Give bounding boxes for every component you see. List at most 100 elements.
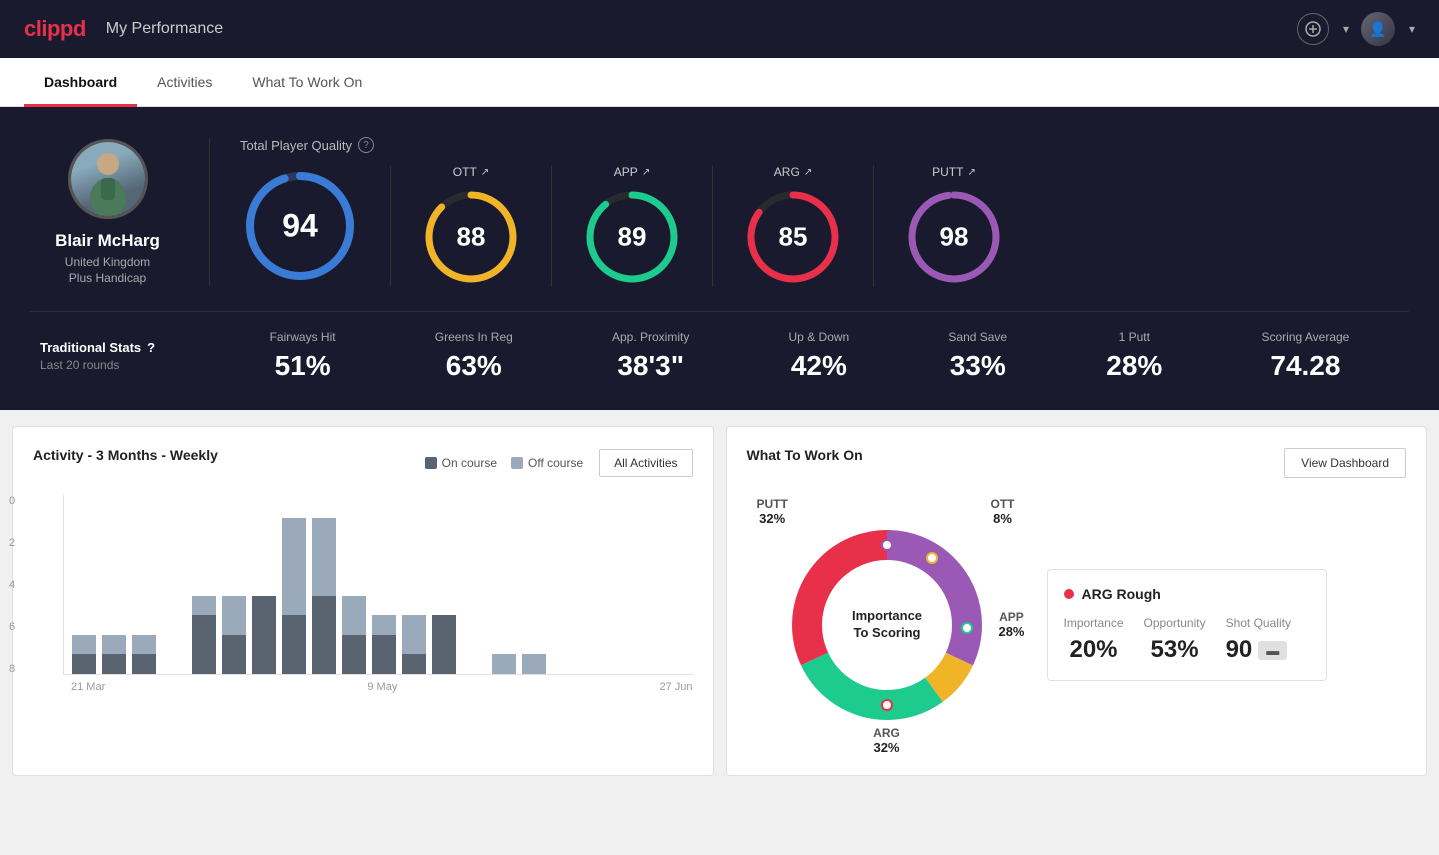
tab-what-to-work-on[interactable]: What To Work On: [232, 58, 382, 107]
player-figure-icon: [73, 146, 143, 216]
player-country: United Kingdom: [65, 255, 150, 269]
wtwo-content: Importance To Scoring PUTT 32% O: [747, 495, 1407, 755]
app-trend-icon: ↗: [642, 167, 650, 178]
bar-on-course: [312, 596, 336, 674]
bar-off-course: [102, 635, 126, 655]
bar-group: [372, 494, 396, 674]
traditional-stats: Traditional Stats ? Last 20 rounds Fairw…: [30, 311, 1409, 382]
stat-sandsave-label: Sand Save: [948, 330, 1007, 344]
bar-off-course: [192, 596, 216, 616]
donut-label-putt: PUTT 32%: [757, 497, 788, 526]
stat-fairways-value: 51%: [270, 350, 336, 382]
plus-circle-icon: [1305, 21, 1321, 37]
putt-trend-icon: ↗: [967, 167, 975, 178]
all-activities-button[interactable]: All Activities: [599, 449, 692, 477]
bar-on-course: [102, 654, 126, 674]
logo-text: clippd: [24, 16, 86, 42]
stat-greens-label: Greens In Reg: [435, 330, 513, 344]
gauge-ott-label: OTT ↗: [453, 165, 489, 179]
score-card: ARG Rough Importance 20% Opportunity 53%…: [1047, 569, 1327, 681]
stat-oneputt-label: 1 Putt: [1106, 330, 1162, 344]
bar-on-course: [72, 654, 96, 674]
bar-on-course: [132, 654, 156, 674]
player-info: Blair McHarg United Kingdom Plus Handica…: [30, 139, 210, 285]
user-dropdown-arrow[interactable]: ▾: [1409, 22, 1415, 36]
chart-title: Activity - 3 Months - Weekly: [33, 447, 218, 463]
gauges-row: 94 OTT ↗ 88: [240, 165, 1409, 287]
score-metric-shot-quality: Shot Quality 90 ▬: [1226, 616, 1291, 664]
bar-stack: [282, 518, 306, 674]
stats-subtitle: Last 20 rounds: [40, 358, 220, 372]
bar-off-course: [402, 615, 426, 654]
svg-text:Importance: Importance: [851, 608, 921, 623]
bar-on-course: [402, 654, 426, 674]
stat-proximity: App. Proximity 38'3": [612, 330, 689, 382]
stat-fairways-label: Fairways Hit: [270, 330, 336, 344]
stats-grid: Fairways Hit 51% Greens In Reg 63% App. …: [220, 330, 1399, 382]
header-title: My Performance: [106, 20, 223, 38]
tab-activities[interactable]: Activities: [137, 58, 232, 107]
bar-stack: [132, 635, 156, 674]
gauge-app-label-text: APP: [614, 165, 638, 179]
view-dashboard-button[interactable]: View Dashboard: [1284, 448, 1406, 478]
bar-stack: [192, 596, 216, 674]
quality-info-icon[interactable]: ?: [358, 137, 374, 153]
bar-stack: [342, 596, 366, 674]
bar-off-course: [522, 654, 546, 674]
shot-quality-badge: ▬: [1258, 641, 1287, 660]
stat-oneputt-value: 28%: [1106, 350, 1162, 382]
donut-chart-wrap: Importance To Scoring PUTT 32% O: [747, 495, 1027, 755]
header-left: clippd My Performance: [24, 16, 223, 42]
stat-fairways: Fairways Hit 51%: [270, 330, 336, 382]
add-dropdown-arrow[interactable]: ▾: [1343, 22, 1349, 36]
stat-sandsave-value: 33%: [948, 350, 1007, 382]
legend-off-course-label: Off course: [528, 456, 583, 470]
app-logo[interactable]: clippd: [24, 16, 86, 42]
opportunity-value: 53%: [1144, 636, 1206, 664]
bar-off-course: [342, 596, 366, 635]
bar-group: [342, 494, 366, 674]
stat-updown-value: 42%: [789, 350, 850, 382]
score-card-dot: [1064, 589, 1074, 599]
bar-on-course: [372, 635, 396, 674]
bar-off-course: [222, 596, 246, 635]
gauge-arg-label: ARG ↗: [774, 165, 812, 179]
bar-stack: [72, 635, 96, 674]
activity-chart-panel: Activity - 3 Months - Weekly On course O…: [12, 426, 714, 776]
bar-stack: [312, 518, 336, 674]
bar-on-course: [252, 596, 276, 674]
ott-trend-icon: ↗: [481, 167, 489, 178]
gauge-arg-label-text: ARG: [774, 165, 800, 179]
stats-label-col: Traditional Stats ? Last 20 rounds: [40, 340, 220, 372]
donut-container: Importance To Scoring PUTT 32% O: [747, 495, 1027, 755]
main-tabs: Dashboard Activities What To Work On: [0, 58, 1439, 107]
tab-dashboard[interactable]: Dashboard: [24, 58, 137, 107]
gauge-app-circle: 89: [582, 187, 682, 287]
wtwo-title: What To Work On: [747, 447, 863, 463]
bar-group: [132, 494, 156, 674]
legend-on-course-label: On course: [442, 456, 497, 470]
gauge-total: 94: [240, 166, 391, 286]
gauge-ott-value: 88: [457, 222, 486, 253]
player-name: Blair McHarg: [55, 231, 160, 251]
bar-stack: [222, 596, 246, 674]
hero-top: Blair McHarg United Kingdom Plus Handica…: [30, 137, 1409, 287]
avatar-image: [71, 142, 145, 216]
add-button[interactable]: [1297, 13, 1329, 45]
score-metrics: Importance 20% Opportunity 53% Shot Qual…: [1064, 616, 1310, 664]
svg-text:To Scoring: To Scoring: [853, 625, 920, 640]
bar-group: [72, 494, 96, 674]
gauge-total-value: 94: [282, 208, 318, 245]
arg-trend-icon: ↗: [804, 167, 812, 178]
importance-value: 20%: [1064, 636, 1124, 664]
bar-off-course: [72, 635, 96, 655]
gauge-putt-label: PUTT ↗: [932, 165, 976, 179]
bar-stack: [432, 615, 456, 674]
stats-info-icon[interactable]: ?: [147, 340, 155, 355]
stat-updown: Up & Down 42%: [789, 330, 850, 382]
user-avatar[interactable]: 👤: [1361, 12, 1395, 46]
bar-on-course: [432, 615, 456, 674]
gauge-arg: ARG ↗ 85: [713, 165, 874, 287]
y-axis-labels: 8 6 4 2 0: [9, 495, 15, 675]
stats-title-text: Traditional Stats: [40, 340, 141, 355]
